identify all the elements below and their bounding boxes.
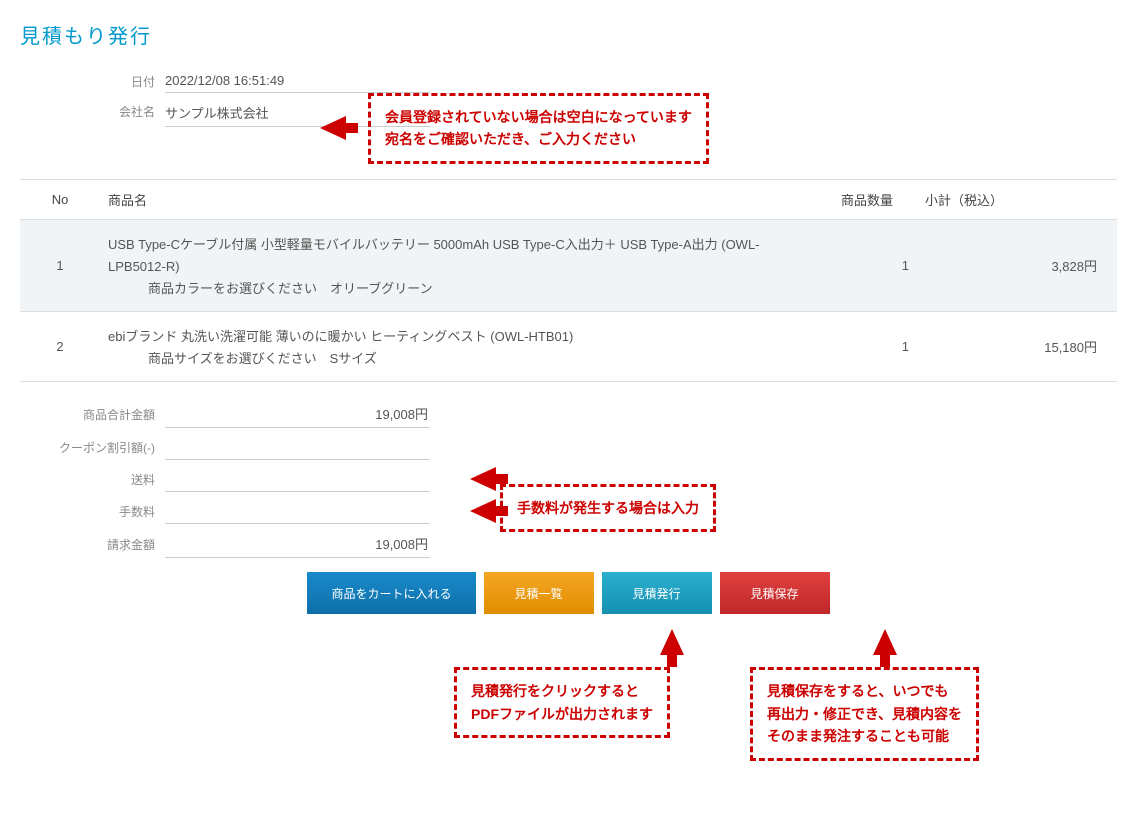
coupon-value[interactable] xyxy=(165,434,430,460)
cell-qty: 1 xyxy=(817,219,917,311)
th-name: 商品名 xyxy=(100,179,817,219)
cell-subtotal: 15,180円 xyxy=(917,311,1117,381)
table-header-row: No 商品名 商品数量 小計（税込） xyxy=(20,179,1117,219)
button-bar: 商品をカートに入れる 見積一覧 見積発行 見積保存 xyxy=(20,572,1117,614)
arrow-up-icon xyxy=(660,629,684,655)
cell-subtotal: 3,828円 xyxy=(917,219,1117,311)
th-qty: 商品数量 xyxy=(817,179,917,219)
callout-issue: 見積発行をクリックすると PDFファイルが出力されます xyxy=(454,667,670,738)
estimate-issue-button[interactable]: 見積発行 xyxy=(602,572,712,614)
fee-value[interactable] xyxy=(165,498,430,524)
callout-issue-container: 見積発行をクリックすると PDFファイルが出力されます xyxy=(440,629,684,738)
product-name: USB Type-Cケーブル付属 小型軽量モバイルバッテリー 5000mAh U… xyxy=(108,234,809,278)
cell-no: 1 xyxy=(20,219,100,311)
date-row: 日付 2022/12/08 16:51:49 xyxy=(20,69,1117,93)
arrow-left-icon xyxy=(470,467,496,491)
date-value: 2022/12/08 16:51:49 xyxy=(165,69,430,93)
shipping-value[interactable] xyxy=(165,466,430,492)
cell-name: USB Type-Cケーブル付属 小型軽量モバイルバッテリー 5000mAh U… xyxy=(100,219,817,311)
billing-row: 請求金額 19,008円 xyxy=(20,530,1117,558)
coupon-label: クーポン割引額(-) xyxy=(20,439,165,456)
product-total-value: 19,008円 xyxy=(165,400,430,428)
items-table: No 商品名 商品数量 小計（税込） 1 USB Type-Cケーブル付属 小型… xyxy=(20,179,1117,382)
arrow-up-icon xyxy=(873,629,897,655)
callout-top-container: 会員登録されていない場合は空白になっています 宛名をご確認いただき、ご入力くださ… xyxy=(320,93,1117,164)
callout-save-container: 見積保存をすると、いつでも 再出力・修正でき、見積内容を そのまま発注することも… xyxy=(750,629,979,760)
th-no: No xyxy=(20,179,100,219)
estimate-save-button[interactable]: 見積保存 xyxy=(720,572,830,614)
callout-top: 会員登録されていない場合は空白になっています 宛名をご確認いただき、ご入力くださ… xyxy=(368,93,709,164)
product-total-label: 商品合計金額 xyxy=(20,406,165,423)
product-total-row: 商品合計金額 19,008円 xyxy=(20,400,1117,428)
estimate-list-button[interactable]: 見積一覧 xyxy=(484,572,594,614)
product-option: 商品カラーをお選びください オリーブグリーン xyxy=(108,278,809,297)
coupon-row: クーポン割引額(-) xyxy=(20,434,1117,460)
company-label: 会社名 xyxy=(20,99,165,120)
callout-mid: 手数料が発生する場合は入力 xyxy=(500,484,716,532)
fee-label: 手数料 xyxy=(20,503,165,520)
cell-qty: 1 xyxy=(817,311,917,381)
table-row: 2 ebiブランド 丸洗い洗濯可能 薄いのに暖かい ヒーティングベスト (OWL… xyxy=(20,311,1117,381)
cell-no: 2 xyxy=(20,311,100,381)
callout-mid-container: 手数料が発生する場合は入力 xyxy=(500,484,1117,532)
date-label: 日付 xyxy=(20,69,165,90)
totals-section: 商品合計金額 19,008円 クーポン割引額(-) 送料 手数料 請求金額 19… xyxy=(20,400,1117,558)
product-name: ebiブランド 丸洗い洗濯可能 薄いのに暖かい ヒーティングベスト (OWL-H… xyxy=(108,326,809,348)
shipping-label: 送料 xyxy=(20,471,165,488)
billing-value: 19,008円 xyxy=(165,530,430,558)
cell-name: ebiブランド 丸洗い洗濯可能 薄いのに暖かい ヒーティングベスト (OWL-H… xyxy=(100,311,817,381)
add-to-cart-button[interactable]: 商品をカートに入れる xyxy=(307,572,475,614)
bottom-callouts: 見積発行をクリックすると PDFファイルが出力されます 見積保存をすると、いつで… xyxy=(20,629,1117,809)
page-title: 見積もり発行 xyxy=(20,20,1117,49)
product-option: 商品サイズをお選びください Sサイズ xyxy=(108,348,809,367)
callout-save: 見積保存をすると、いつでも 再出力・修正でき、見積内容を そのまま発注することも… xyxy=(750,667,979,760)
arrow-left-icon xyxy=(470,499,496,523)
th-subtotal: 小計（税込） xyxy=(917,179,1117,219)
billing-label: 請求金額 xyxy=(20,536,165,553)
table-row: 1 USB Type-Cケーブル付属 小型軽量モバイルバッテリー 5000mAh… xyxy=(20,219,1117,311)
arrow-left-icon xyxy=(320,116,346,140)
